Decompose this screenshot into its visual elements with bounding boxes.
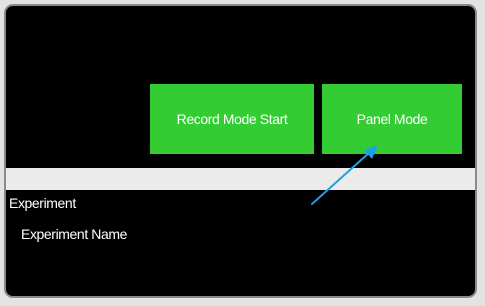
annotation-arrow-icon (311, 145, 378, 205)
tree-item-experiment-name[interactable]: Experiment Name (21, 226, 127, 242)
record-mode-start-button[interactable]: Record Mode Start (150, 84, 314, 154)
separator-bar (6, 168, 475, 190)
tree-item-experiment[interactable]: Experiment (9, 195, 76, 211)
app-window: Record Mode Start Panel Mode Experiment … (4, 4, 477, 298)
